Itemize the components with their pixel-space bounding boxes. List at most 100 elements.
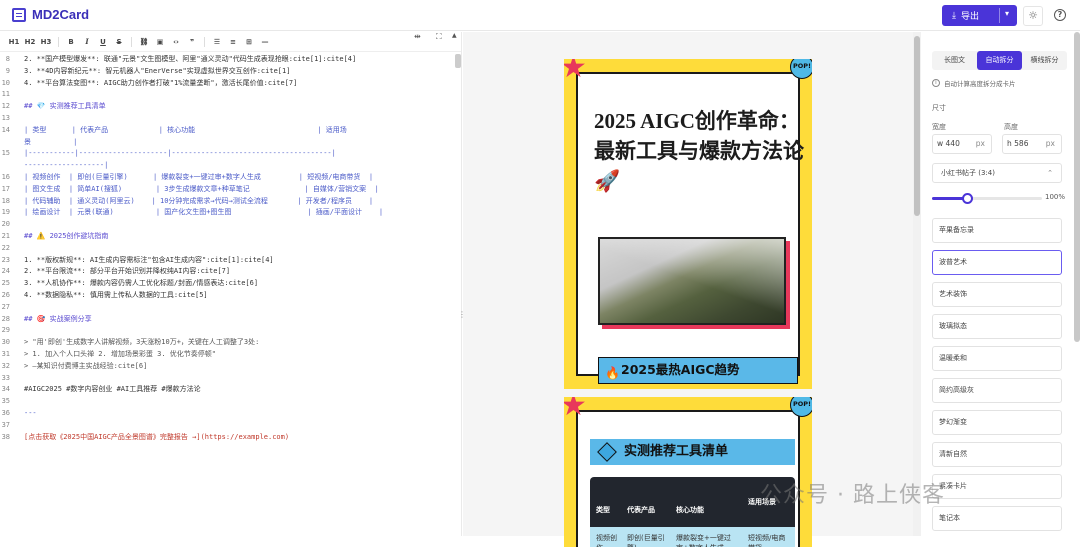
editor-line[interactable]: 15 |-----------|---------------------|---… <box>0 148 455 160</box>
editor-line[interactable]: 33 <box>0 373 455 385</box>
editor-line[interactable]: 29 <box>0 325 455 337</box>
size-label: 尺寸 <box>932 104 946 112</box>
quote-icon[interactable]: ❞ <box>184 38 200 46</box>
style-option[interactable]: 梦幻渐变 <box>932 410 1062 435</box>
fullscreen-icon[interactable]: ⛶ <box>436 32 442 42</box>
editor-scrollbar[interactable] <box>455 54 461 68</box>
editor-line[interactable]: 景 | <box>0 137 455 149</box>
editor-line[interactable]: 32 > —某知识付费博主实战经验:cite[6] <box>0 361 455 373</box>
editor-line[interactable]: 37 <box>0 420 455 432</box>
line-text: | 代码辅助 | 通义灵动(阿里云) | 10分钟完成需求→代码→测试全流程 |… <box>24 196 374 205</box>
code-area[interactable]: 8 2. **国产模型爆发**: 联通"元景"文生图模型、阿里"通义灵动"代码生成… <box>0 54 455 443</box>
style-option[interactable]: 笔记本 <box>932 506 1062 531</box>
h3-button[interactable]: H3 <box>38 38 54 46</box>
line-number: 23 <box>1 255 10 264</box>
editor-line[interactable]: 11 <box>0 89 455 101</box>
editor-line[interactable]: 17 | 图文生成 | 简单AI(搜狐) | 3步生成爆款文章+种草笔记 | 自媒… <box>0 184 455 196</box>
markdown-editor[interactable]: H1 H2 H3 B I U S ⛓ ▣ ‹› ❞ ☰ ≡ ⊞ — ⇹ ⛶ ▲ … <box>0 32 466 536</box>
italic-button[interactable]: I <box>79 37 95 46</box>
split-view-icon[interactable]: ⇹ <box>414 32 421 41</box>
editor-line[interactable]: 25 3. **人机协作**: 爆款内容仍需人工优化标题/封面/情感表达:cite… <box>0 278 455 290</box>
link-icon[interactable]: ⛓ <box>136 38 152 46</box>
line-number: 15 <box>1 149 10 158</box>
banner-text: 实测推荐工具清单 <box>624 444 729 459</box>
style-option[interactable]: 紧凑卡片 <box>932 474 1062 499</box>
line-text: --- <box>24 408 37 417</box>
editor-line[interactable]: 30 > "用'即创'生成数字人讲解视频，3天涨粉10万+，关键在人工调整了3处: <box>0 337 455 349</box>
style-option[interactable]: 波普艺术 <box>932 250 1062 275</box>
logo[interactable]: MD2Card <box>12 7 89 22</box>
editor-line[interactable]: 31 > 1. 加入个人口头禅 2. 增加场景彩蛋 3. 优化节奏停顿" <box>0 349 455 361</box>
zoom-slider[interactable] <box>932 193 1042 204</box>
editor-line[interactable]: 36 --- <box>0 408 455 420</box>
line-number: 35 <box>1 397 10 406</box>
editor-line[interactable]: 26 4. **数据隐私**: 慎用需上传私人数据的工具:cite[5] <box>0 290 455 302</box>
h1-button[interactable]: H1 <box>6 38 22 46</box>
height-field[interactable]: h 586 px <box>1002 134 1062 154</box>
panel-scrollbar[interactable] <box>1074 32 1080 536</box>
editor-line[interactable]: 24 2. **平台限流**: 部分平台开始识别并降权纯AI内容:cite[7] <box>0 266 455 278</box>
bullet-list-icon[interactable]: ☰ <box>209 38 225 46</box>
style-option[interactable]: 温暖柔和 <box>932 346 1062 371</box>
editor-line[interactable]: 21 ## ⚠️ 2025创作避坑指南 <box>0 231 455 243</box>
editor-line[interactable]: 16 | 视频创作 | 即创(巨量引擎) | 爆款裂变+一键过审+数字人生成 | … <box>0 172 455 184</box>
hr-icon[interactable]: — <box>257 38 273 46</box>
line-number: 38 <box>1 432 10 441</box>
line-text: 3. **人机协作**: 爆款内容仍需人工优化标题/封面/情感表达:cite[6… <box>24 279 259 288</box>
help-icon[interactable]: ? <box>1054 9 1066 21</box>
app-name: MD2Card <box>32 7 90 22</box>
table-row: 视频创作 即创(巨量引擎) 爆款裂变+一键过审+数字人生成 短视频/电商带货 <box>590 527 795 547</box>
theme-toggle-icon[interactable]: ☼ <box>1023 6 1043 26</box>
tab-auto-split[interactable]: 自动拆分 <box>977 51 1022 70</box>
preview-card[interactable]: 实测推荐工具清单 类型 代表产品 核心功能 适用场景 视频创作 即创(巨量引擎)… <box>564 397 812 547</box>
line-number: 33 <box>1 373 10 382</box>
scroll-up-icon[interactable]: ▲ <box>452 32 457 39</box>
editor-line[interactable]: 22 <box>0 243 455 255</box>
editor-line[interactable]: 27 <box>0 302 455 314</box>
editor-line[interactable]: 28 ## 🎯 实战案例分享 <box>0 314 455 326</box>
chevron-down-icon[interactable]: ▾ <box>1005 9 1009 18</box>
editor-line[interactable]: 8 2. **国产模型爆发**: 联通"元景"文生图模型、阿里"通义灵动"代码生成… <box>0 54 455 66</box>
style-option[interactable]: 简约高级灰 <box>932 378 1062 403</box>
size-preset-select[interactable]: 小红书帖子 (3:4) ⌃ <box>932 163 1062 183</box>
editor-line[interactable]: 23 1. **版权新规**: AI生成内容需标注"包含AI生成内容":cite[… <box>0 255 455 267</box>
line-text: > —某知识付费博主实战经验:cite[6] <box>24 361 148 370</box>
line-number: 27 <box>1 302 10 311</box>
line-number: 26 <box>1 290 10 299</box>
h2-button[interactable]: H2 <box>22 38 38 46</box>
width-field[interactable]: w 440 px <box>932 134 992 154</box>
export-button[interactable]: ⤓ 导出 ▾ <box>942 5 1017 26</box>
code-icon[interactable]: ‹› <box>168 38 184 46</box>
table-icon[interactable]: ⊞ <box>241 38 257 46</box>
ordered-list-icon[interactable]: ≡ <box>225 38 241 46</box>
preview-scrollbar[interactable] <box>913 32 921 536</box>
style-option[interactable]: 清新自然 <box>932 442 1062 467</box>
style-option[interactable]: 苹果备忘录 <box>932 218 1062 243</box>
editor-line[interactable]: 18 | 代码辅助 | 通义灵动(阿里云) | 10分钟完成需求→代码→测试全流程… <box>0 196 455 208</box>
editor-line[interactable]: 13 <box>0 113 455 125</box>
slider-handle[interactable] <box>962 193 973 204</box>
underline-button[interactable]: U <box>95 38 111 46</box>
line-number: 30 <box>1 338 10 347</box>
editor-line[interactable]: 38 [点击获取《2025中国AIGC产品全景图谱》完整报告 →](https:/… <box>0 432 455 444</box>
line-text: |-----------|---------------------|-----… <box>24 149 336 158</box>
line-number: 12 <box>1 102 10 111</box>
editor-line[interactable]: 19 | 绘画设计 | 元景(联通) | 国产化文生图+图生图 | 插画/平面设计… <box>0 207 455 219</box>
bold-button[interactable]: B <box>63 38 79 46</box>
editor-line[interactable]: 35 <box>0 396 455 408</box>
editor-line[interactable]: 10 4. **平台算法变图**: AIGC助力创作者打破"1%流量垄断"，激活长… <box>0 78 455 90</box>
strike-button[interactable]: S <box>111 38 127 46</box>
style-option[interactable]: 玻璃拟态 <box>932 314 1062 339</box>
tab-long[interactable]: 长图文 <box>932 51 977 70</box>
editor-line[interactable]: 9 3. **4D内容新纪元**: 智元机器人"EnerVerse"实现虚拟世界交… <box>0 66 455 78</box>
editor-line[interactable]: 12 ## 💎 实测推荐工具清单 <box>0 101 455 113</box>
image-icon[interactable]: ▣ <box>152 38 168 46</box>
editor-line[interactable]: 14 | 类型 | 代表产品 | 核心功能 | 适用场 <box>0 125 455 137</box>
editor-line[interactable]: 20 <box>0 219 455 231</box>
preview-card[interactable]: 2025 AIGC创作革命：最新工具与爆款方法论 🚀 🔥 2025最热AIGC趋… <box>564 59 812 389</box>
style-option[interactable]: 艺术装饰 <box>932 282 1062 307</box>
table-header: 类型 <box>596 506 610 514</box>
editor-line[interactable]: 34 #AIGC2025 #数字内容创业 #AI工具推荐 #爆款方法论 <box>0 384 455 396</box>
tab-line-split[interactable]: 横线拆分 <box>1022 51 1067 70</box>
editor-line[interactable]: -------------------| <box>0 160 455 172</box>
